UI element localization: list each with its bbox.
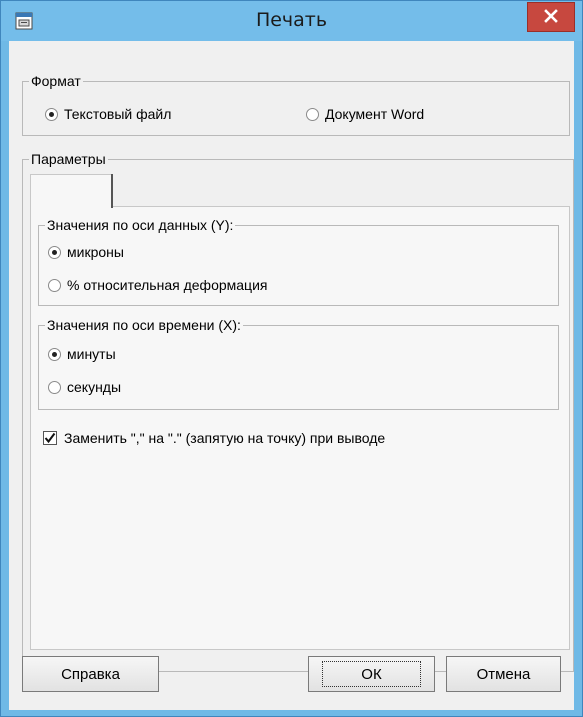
params-group-legend: Параметры — [31, 151, 106, 167]
help-button-label: Справка — [61, 665, 120, 683]
format-option-text-file[interactable]: Текстовый файл — [45, 104, 171, 124]
tab-blank[interactable] — [30, 174, 112, 208]
format-option-label: Текстовый файл — [64, 106, 172, 122]
radio-checked-icon[interactable] — [45, 107, 58, 121]
tab-strip — [30, 174, 570, 208]
replace-comma-label: Заменить "," на "." (запятую на точку) п… — [64, 430, 386, 446]
radio-checked-icon[interactable] — [48, 347, 61, 361]
print-dialog-window: Печать Формат Текстовый файл Документ Wo… — [0, 0, 583, 717]
radio-unchecked-icon[interactable] — [48, 380, 61, 394]
cancel-button-label: Отмена — [476, 665, 531, 683]
tab-edge — [111, 174, 113, 208]
y-option-label: микроны — [67, 244, 124, 260]
title-bar[interactable]: Печать — [1, 1, 582, 41]
y-option-deformation[interactable]: % относительная деформация — [48, 275, 267, 295]
y-option-microns[interactable]: микроны — [48, 242, 124, 262]
radio-checked-icon[interactable] — [48, 245, 61, 259]
checkmark-icon — [44, 432, 56, 444]
x-option-label: минуты — [67, 346, 116, 362]
window-title: Печать — [255, 9, 328, 31]
dialog-body: Формат Текстовый файл Документ Word Пара… — [9, 41, 574, 710]
close-icon — [544, 8, 558, 26]
format-option-word[interactable]: Документ Word — [306, 104, 424, 124]
x-axis-group-legend: Значения по оси времени (X): — [47, 317, 241, 333]
x-option-seconds[interactable]: секунды — [48, 377, 121, 397]
replace-comma-checkbox-row[interactable]: Заменить "," на "." (запятую на точку) п… — [43, 428, 385, 448]
close-button[interactable] — [527, 2, 575, 32]
cancel-button[interactable]: Отмена — [446, 656, 561, 692]
format-group-legend: Формат — [31, 73, 81, 89]
ok-button-label: ОК — [322, 661, 421, 687]
y-option-label: % относительная деформация — [67, 277, 268, 293]
x-option-label: секунды — [67, 379, 122, 395]
replace-comma-checkbox[interactable] — [43, 431, 57, 445]
x-option-minutes[interactable]: минуты — [48, 344, 116, 364]
radio-unchecked-icon[interactable] — [306, 107, 319, 121]
radio-unchecked-icon[interactable] — [48, 278, 61, 292]
y-axis-group-legend: Значения по оси данных (Y): — [47, 217, 234, 233]
help-button[interactable]: Справка — [22, 656, 159, 692]
ok-button[interactable]: ОК — [308, 656, 435, 692]
format-option-label: Документ Word — [325, 106, 425, 122]
